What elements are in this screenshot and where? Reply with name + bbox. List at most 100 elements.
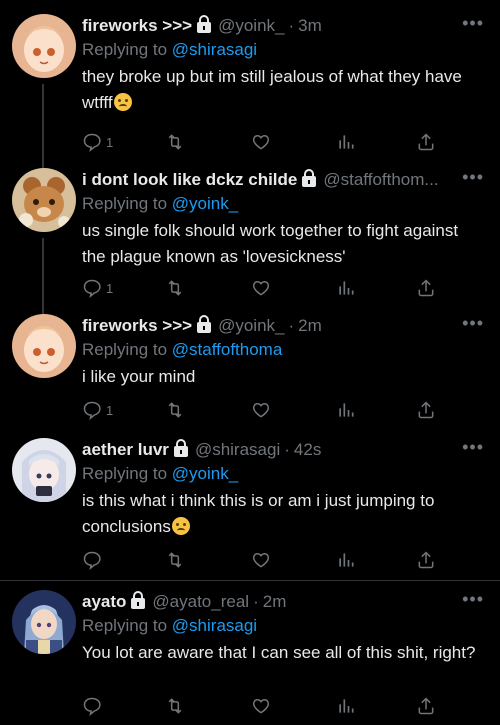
like-icon — [252, 698, 270, 714]
separator-dot: · — [288, 16, 295, 35]
more-icon[interactable]: ••• — [462, 314, 484, 332]
share-icon — [418, 279, 434, 297]
replying-to: Replying to @yoink_ — [82, 462, 238, 486]
handle[interactable]: @yoink_ — [218, 16, 284, 35]
avatar[interactable] — [12, 438, 76, 502]
timestamp[interactable]: 2m — [263, 592, 287, 611]
tweet-4[interactable]: aether luvr @shirasagi · 42s ••• Replying t… — [0, 438, 500, 573]
lock-icon — [173, 439, 189, 462]
share-icon — [418, 133, 434, 151]
replying-prefix: Replying to — [82, 464, 168, 483]
share-button[interactable] — [416, 398, 436, 422]
timestamp[interactable]: 42s — [294, 440, 321, 459]
share-button[interactable] — [416, 276, 436, 300]
views-button[interactable] — [336, 694, 356, 718]
share-button[interactable] — [416, 130, 436, 154]
replying-prefix: Replying to — [82, 340, 168, 359]
handle[interactable]: @ayato_real — [152, 592, 249, 611]
share-button[interactable] — [416, 548, 436, 572]
tweet-actions: 1 — [82, 276, 442, 300]
replying-to: Replying to @yoink_ — [82, 192, 238, 216]
retweet-icon — [168, 280, 182, 296]
views-button[interactable] — [336, 130, 356, 154]
display-name[interactable]: fireworks >>> — [82, 16, 192, 35]
replying-to: Replying to @shirasagi — [82, 614, 257, 638]
handle[interactable]: @yoink_ — [218, 316, 284, 335]
replying-to-handle[interactable]: @staffofthoma — [172, 340, 283, 359]
retweet-button[interactable] — [164, 130, 186, 154]
retweet-icon — [168, 134, 182, 150]
handle[interactable]: @shirasagi — [195, 440, 280, 459]
reply-button[interactable]: 1 — [82, 130, 113, 154]
thread-line — [42, 84, 44, 174]
like-icon — [252, 280, 270, 296]
views-button[interactable] — [336, 548, 356, 572]
reply-icon — [83, 697, 101, 716]
tweet-text: us single folk should work together to f… — [82, 221, 459, 266]
persevering-face-icon — [171, 517, 190, 535]
reply-count: 1 — [106, 280, 114, 296]
like-button[interactable] — [250, 276, 272, 300]
retweet-button[interactable] — [164, 694, 186, 718]
reply-button[interactable] — [82, 548, 102, 572]
weary-face-icon — [113, 93, 132, 111]
views-button[interactable] — [336, 398, 356, 422]
reply-icon — [83, 551, 101, 570]
separator-dot: · — [284, 440, 290, 459]
like-button[interactable] — [250, 548, 272, 572]
avatar[interactable] — [12, 590, 76, 654]
avatar[interactable] — [12, 14, 76, 78]
display-name[interactable]: aether luvr — [82, 440, 169, 459]
like-button[interactable] — [250, 130, 272, 154]
more-icon[interactable]: ••• — [462, 14, 484, 32]
reply-button[interactable] — [82, 694, 102, 718]
retweet-button[interactable] — [164, 548, 186, 572]
avatar[interactable] — [12, 168, 76, 232]
retweet-icon — [168, 552, 182, 568]
reply-icon — [83, 279, 101, 298]
tweet-5[interactable]: ayato @ayato_real · 2m ••• Replying to @shi… — [0, 590, 500, 720]
like-button[interactable] — [250, 398, 272, 422]
retweet-button[interactable] — [164, 276, 186, 300]
tweet-3[interactable]: fireworks >>> @yoink_ · 2m ••• Replying to … — [0, 314, 500, 426]
display-name[interactable]: i dont look like dckz childe — [82, 170, 297, 189]
tweet-actions — [82, 694, 442, 718]
tweet-actions — [82, 548, 442, 572]
display-name[interactable]: ayato — [82, 592, 126, 611]
display-name[interactable]: fireworks >>> — [82, 316, 192, 335]
more-icon[interactable]: ••• — [462, 590, 484, 608]
more-icon[interactable]: ••• — [462, 438, 484, 456]
replying-to-handle[interactable]: @shirasagi — [172, 616, 257, 635]
handle[interactable]: @staffofthom... — [323, 170, 438, 189]
replying-to-handle[interactable]: @yoink_ — [172, 464, 238, 483]
share-icon — [418, 551, 434, 569]
tweet-text-content: they broke up but im still jealous of wh… — [82, 67, 462, 112]
replying-to-handle[interactable]: @yoink_ — [172, 194, 238, 213]
replying-to-handle[interactable]: @shirasagi — [172, 40, 257, 59]
replying-to: Replying to @shirasagi — [82, 38, 257, 62]
like-icon — [252, 552, 270, 568]
tweet-header: fireworks >>> @yoink_ · 3m — [82, 14, 460, 38]
views-button[interactable] — [336, 276, 356, 300]
tweet-text: You lot are aware that I can see all of … — [82, 643, 476, 662]
share-icon — [418, 401, 434, 419]
replying-prefix: Replying to — [82, 40, 168, 59]
retweet-button[interactable] — [164, 398, 186, 422]
tweet-2[interactable]: i dont look like dckz childe @staffofthom… — [0, 162, 500, 318]
lock-icon — [196, 15, 212, 38]
more-icon[interactable]: ••• — [462, 168, 484, 186]
tweet-1[interactable]: fireworks >>> @yoink_ · 3m ••• Replying to … — [0, 14, 500, 174]
reply-button[interactable]: 1 — [82, 398, 113, 422]
timestamp[interactable]: 2m — [298, 316, 322, 335]
reply-button[interactable]: 1 — [82, 276, 113, 300]
share-button[interactable] — [416, 694, 436, 718]
avatar[interactable] — [12, 314, 76, 378]
like-button[interactable] — [250, 694, 272, 718]
lock-icon — [301, 169, 317, 192]
thread-line — [42, 238, 44, 318]
retweet-icon — [168, 402, 182, 418]
tweet-actions: 1 — [82, 130, 442, 154]
timestamp[interactable]: 3m — [298, 16, 322, 35]
separator-dot: · — [288, 316, 295, 335]
divider — [0, 580, 500, 581]
